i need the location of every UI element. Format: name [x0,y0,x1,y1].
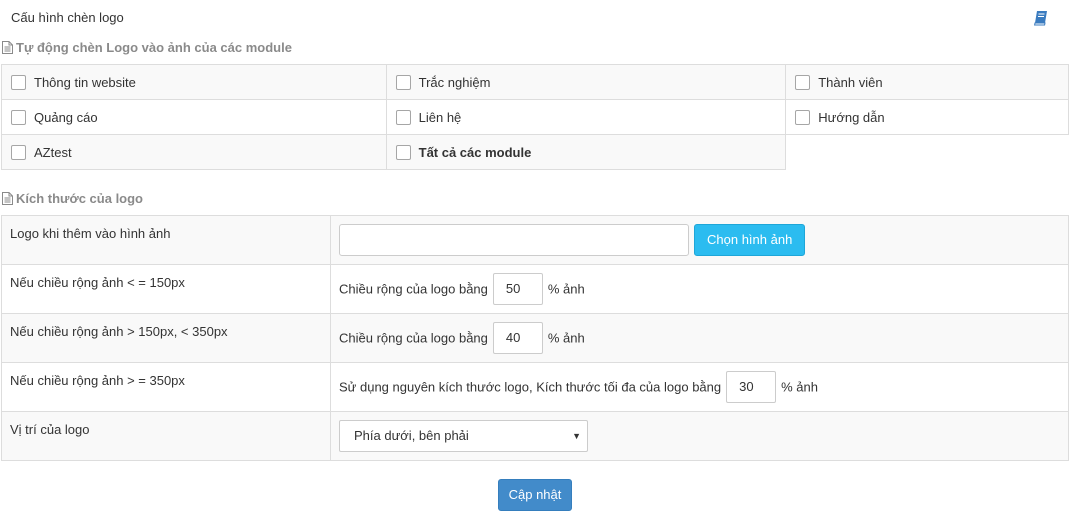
book-icon[interactable] [1033,10,1049,26]
module-cell[interactable]: Liên hệ [385,99,787,135]
width-suffix: % ảnh [547,330,585,346]
row-label: Vị trí của logo [1,411,331,461]
update-button[interactable]: Cập nhật [498,479,572,511]
size-section-heading: Kích thước của logo [2,191,143,206]
logo-image-row: Logo khi thêm vào hình ảnh Chọn hình ảnh [1,215,1069,265]
small-width-row: Nếu chiều rộng ảnh < = 150px Chiều rộng … [1,264,1069,314]
module-label: Thông tin website [34,75,136,91]
module-label: AZtest [34,145,72,161]
width-prefix: Sử dụng nguyên kích thước logo, Kích thư… [339,379,722,395]
module-cell[interactable]: AZtest [1,134,387,170]
width-suffix: % ảnh [547,281,585,297]
chevron-down-icon: ▼ [572,431,581,441]
page-title: Cấu hình chèn logo [11,10,124,25]
module-checkbox-grid: Thông tin website Trắc nghiệm Thành viên… [1,64,1069,170]
module-checkbox[interactable] [11,110,26,126]
module-checkbox[interactable] [11,145,26,161]
small-width-percent-input[interactable]: 50 [492,273,543,305]
row-value: Chiều rộng của logo bằng 50% ảnh [330,264,1069,314]
module-cell-all[interactable]: Tất cả các module [385,134,787,170]
choose-image-button[interactable]: Chọn hình ảnh [694,224,806,256]
logo-position-row: Vị trí của logo Phía dưới, bên phải ▼ [1,411,1069,461]
document-icon [2,41,13,54]
row-value: Sử dụng nguyên kích thước logo, Kích thư… [330,362,1069,412]
size-heading-text: Kích thước của logo [16,191,143,206]
width-prefix: Chiều rộng của logo bằng [339,281,488,297]
module-checkbox[interactable] [795,110,811,126]
row-label: Nếu chiều rộng ảnh > = 350px [1,362,331,412]
module-cell[interactable]: Thành viên [785,64,1069,100]
large-width-row: Nếu chiều rộng ảnh > = 350px Sử dụng ngu… [1,362,1069,412]
width-suffix: % ảnh [781,379,818,395]
module-cell[interactable]: Thông tin website [1,64,387,100]
module-cell[interactable]: Quảng cáo [1,99,387,135]
large-width-percent-input[interactable]: 30 [726,371,777,403]
select-all-label: Tất cả các module [418,145,532,161]
selected-position: Phía dưới, bên phải [354,428,469,443]
logo-position-select[interactable]: Phía dưới, bên phải ▼ [339,420,588,452]
row-label: Logo khi thêm vào hình ảnh [1,215,331,265]
logo-path-input[interactable] [339,224,689,256]
module-checkbox[interactable] [395,110,411,126]
module-checkbox[interactable] [395,75,411,91]
medium-width-row: Nếu chiều rộng ảnh > 150px, < 350px Chiề… [1,313,1069,363]
module-label: Liên hệ [418,110,462,126]
select-all-checkbox[interactable] [395,145,411,161]
modules-heading-text: Tự động chèn Logo vào ảnh của các module [16,40,292,55]
modules-section-heading: Tự động chèn Logo vào ảnh của các module [2,40,292,55]
row-label: Nếu chiều rộng ảnh > 150px, < 350px [1,313,331,363]
row-label: Nếu chiều rộng ảnh < = 150px [1,264,331,314]
module-cell[interactable]: Hướng dẫn [785,99,1069,135]
module-label: Trắc nghiệm [418,75,491,91]
module-cell[interactable]: Trắc nghiệm [385,64,787,100]
empty-cell [785,134,1069,170]
module-row: Thông tin website Trắc nghiệm Thành viên [1,64,1069,100]
module-label: Thành viên [818,75,883,91]
module-row: AZtest Tất cả các module [1,134,1069,170]
row-value: Chiều rộng của logo bằng 40% ảnh [330,313,1069,363]
document-icon [2,192,13,205]
module-label: Hướng dẫn [818,110,885,126]
logo-size-table: Logo khi thêm vào hình ảnh Chọn hình ảnh… [1,215,1069,461]
module-checkbox[interactable] [795,75,811,91]
module-row: Quảng cáo Liên hệ Hướng dẫn [1,99,1069,135]
width-prefix: Chiều rộng của logo bằng [339,330,488,346]
module-checkbox[interactable] [11,75,26,91]
module-label: Quảng cáo [34,110,98,126]
row-value: Chọn hình ảnh [330,215,1069,265]
row-value: Phía dưới, bên phải ▼ [330,411,1069,461]
medium-width-percent-input[interactable]: 40 [492,322,543,354]
